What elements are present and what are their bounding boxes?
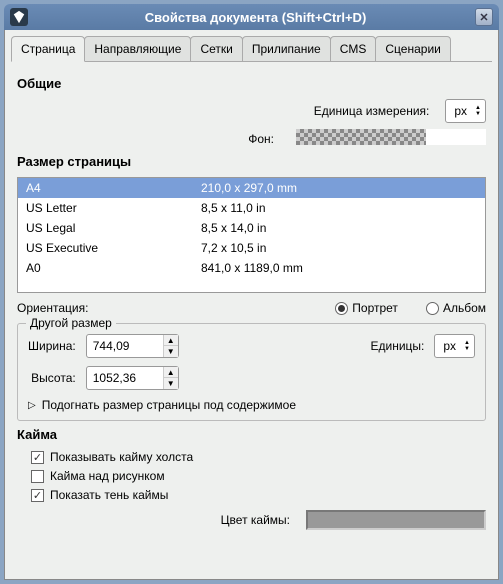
border-on-top-label: Кайма над рисунком [50, 469, 165, 483]
checkbox-show-border[interactable] [31, 451, 44, 464]
pagesize-name: US Letter [26, 201, 201, 215]
border-color-button[interactable] [306, 510, 486, 530]
radio-landscape-label: Альбом [443, 301, 486, 315]
height-up-icon[interactable]: ▲ [164, 367, 178, 378]
pagesize-dim: 841,0 x 1189,0 mm [201, 261, 477, 275]
pagesize-name: US Executive [26, 241, 201, 255]
tab-panel-page: Общие Единица измерения: px ▲▼ Фон: Разм… [11, 62, 492, 544]
width-down-icon[interactable]: ▼ [164, 346, 178, 357]
app-icon [10, 8, 28, 26]
tab-5[interactable]: Сценарии [375, 36, 450, 61]
custom-size-fieldset: Другой размер Ширина: ▲▼ Единицы: px ▲▼ … [17, 323, 486, 421]
radio-portrait[interactable] [335, 302, 348, 315]
pagesize-row[interactable]: US Legal8,5 x 14,0 in [18, 218, 485, 238]
close-button[interactable] [475, 8, 493, 26]
show-shadow-label: Показать тень каймы [50, 488, 168, 502]
tab-3[interactable]: Прилипание [242, 36, 331, 61]
checkbox-show-shadow[interactable] [31, 489, 44, 502]
dropdown-icon: ▲▼ [464, 341, 470, 352]
fit-expander[interactable]: ▷ Подогнать размер страницы под содержим… [28, 398, 475, 412]
bg-label: Фон: [248, 132, 274, 146]
pagesize-name: A0 [26, 261, 201, 275]
window-content: СтраницаНаправляющиеСеткиПрилипаниеCMSСц… [4, 30, 499, 580]
pagesize-dim: 8,5 x 14,0 in [201, 221, 477, 235]
window-title: Свойства документа (Shift+Ctrl+D) [36, 10, 475, 25]
pagesize-name: US Legal [26, 221, 201, 235]
width-spinner[interactable]: ▲▼ [86, 334, 179, 358]
border-color-label: Цвет каймы: [221, 513, 290, 527]
dropdown-icon: ▲▼ [475, 106, 481, 117]
unit-label: Единица измерения: [314, 104, 430, 118]
pagesize-row[interactable]: A4210,0 x 297,0 mm [18, 178, 485, 198]
pagesize-dim: 8,5 x 11,0 in [201, 201, 477, 215]
orientation-label: Ориентация: [17, 301, 88, 315]
tab-2[interactable]: Сетки [190, 36, 242, 61]
section-general-title: Общие [17, 76, 486, 91]
tab-0[interactable]: Страница [11, 36, 85, 62]
custom-size-legend: Другой размер [26, 316, 116, 330]
pagesize-name: A4 [26, 181, 201, 195]
width-label: Ширина: [28, 339, 76, 353]
bg-color-button[interactable] [290, 129, 486, 148]
show-border-label: Показывать кайму холста [50, 450, 193, 464]
pagesize-row[interactable]: A0841,0 x 1189,0 mm [18, 258, 485, 278]
window-titlebar: Свойства документа (Shift+Ctrl+D) [4, 4, 499, 30]
radio-landscape[interactable] [426, 302, 439, 315]
pagesize-dim: 7,2 x 10,5 in [201, 241, 477, 255]
tab-1[interactable]: Направляющие [84, 36, 191, 61]
height-down-icon[interactable]: ▼ [164, 378, 178, 389]
tab-4[interactable]: CMS [330, 36, 377, 61]
pagesize-row[interactable]: US Letter8,5 x 11,0 in [18, 198, 485, 218]
unit-select-value: px [454, 104, 467, 118]
height-label: Высота: [28, 371, 76, 385]
triangle-right-icon: ▷ [28, 400, 36, 411]
height-input[interactable] [87, 369, 163, 387]
units-label: Единицы: [370, 339, 424, 353]
pagesize-dim: 210,0 x 297,0 mm [201, 181, 477, 195]
section-pagesize-title: Размер страницы [17, 154, 486, 169]
tab-bar: СтраницаНаправляющиеСеткиПрилипаниеCMSСц… [11, 36, 492, 62]
units-select[interactable]: px ▲▼ [434, 334, 475, 358]
checkbox-border-on-top[interactable] [31, 470, 44, 483]
unit-select[interactable]: px ▲▼ [445, 99, 486, 123]
section-border-title: Кайма [17, 427, 486, 442]
height-spinner[interactable]: ▲▼ [86, 366, 179, 390]
fit-label: Подогнать размер страницы под содержимое [42, 398, 296, 412]
pagesize-row[interactable]: US Executive7,2 x 10,5 in [18, 238, 485, 258]
radio-portrait-label: Портрет [352, 301, 398, 315]
width-input[interactable] [87, 337, 163, 355]
units-select-value: px [443, 339, 456, 353]
pagesize-list[interactable]: A4210,0 x 297,0 mmUS Letter8,5 x 11,0 in… [17, 177, 486, 293]
width-up-icon[interactable]: ▲ [164, 335, 178, 346]
